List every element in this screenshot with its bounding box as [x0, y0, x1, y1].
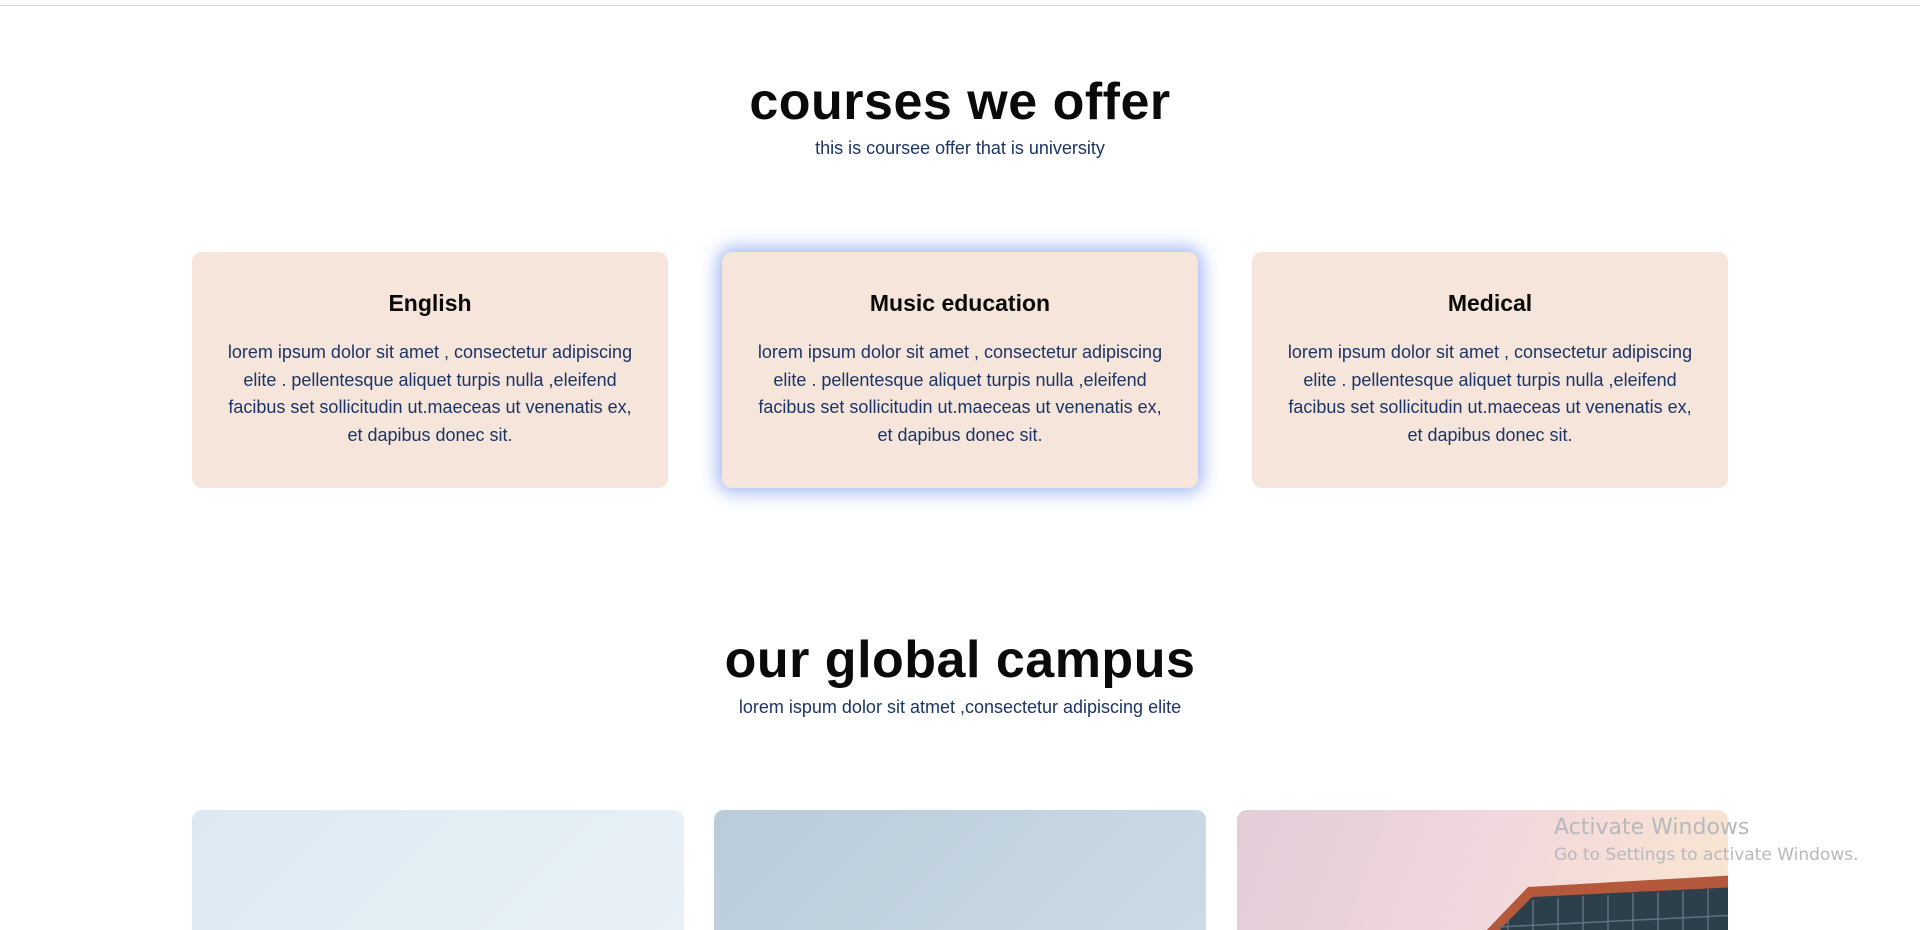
courses-subtitle: this is coursee offer that is university [815, 138, 1105, 158]
course-card-description: lorem ipsum dolor sit amet , consectetur… [227, 342, 633, 445]
watermark-title: Activate Windows [1554, 815, 1750, 840]
course-card-english[interactable]: English lorem ipsum dolor sit amet , con… [192, 252, 668, 488]
activate-windows-watermark: Activate Windows Go to Settings to activ… [1554, 814, 1859, 868]
course-card-music-education[interactable]: Music education lorem ipsum dolor sit am… [722, 252, 1198, 488]
courses-title: courses we offer [749, 73, 1171, 131]
watermark-subtitle: Go to Settings to activate Windows. [1554, 845, 1859, 865]
course-card-description: lorem ipsum dolor sit amet , consectetur… [757, 342, 1163, 445]
course-card-description: lorem ipsum dolor sit amet , consectetur… [1287, 342, 1693, 445]
campus-title: our global campus [724, 631, 1196, 689]
campus-subtitle: lorem ispum dolor sit atmet ,consectetur… [738, 697, 1182, 717]
course-card-medical[interactable]: Medical lorem ipsum dolor sit amet , con… [1252, 252, 1728, 488]
course-card-heading: Medical [1447, 290, 1533, 316]
course-card-heading: English [388, 290, 472, 316]
browser-top-border [0, 0, 1920, 6]
campus-image-2[interactable] [714, 810, 1206, 930]
course-card-heading: Music education [869, 290, 1051, 316]
campus-image-1[interactable] [192, 810, 684, 930]
building-image [1486, 875, 1728, 930]
